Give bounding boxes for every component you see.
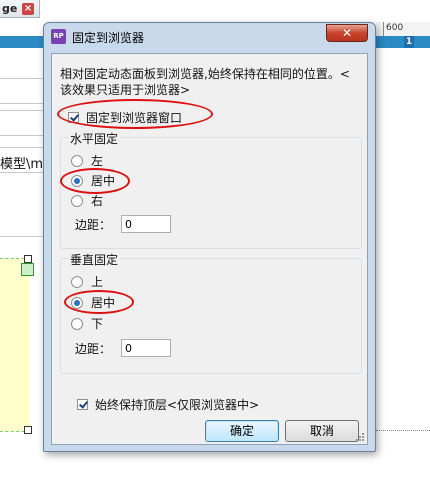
vertical-bottom-label: 下: [91, 317, 104, 331]
horizontal-center-radio[interactable]: [71, 174, 83, 187]
close-icon: ✕: [341, 26, 353, 40]
toolbar-strip-left: [0, 36, 44, 48]
horizontal-margin-row: 边距：: [75, 215, 172, 233]
resize-handle[interactable]: [24, 255, 32, 263]
background-field[interactable]: [0, 78, 44, 104]
horizontal-margin-label: 边距：: [75, 217, 112, 232]
horizontal-pin-group: 水平固定 左 居中 右 边距：: [60, 130, 362, 249]
pin-to-browser-checkbox-row[interactable]: 固定到浏览器窗口: [68, 109, 182, 126]
axure-app-icon: RP: [51, 29, 66, 44]
vertical-pin-legend: 垂直固定: [68, 251, 121, 268]
ok-button[interactable]: 确定: [205, 420, 279, 442]
vertical-center-option[interactable]: 居中: [71, 294, 115, 311]
vertical-margin-label: 边距：: [75, 341, 112, 356]
vertical-top-label: 上: [91, 275, 104, 289]
horizontal-right-label: 右: [91, 194, 104, 208]
toolbar-strip-right: [376, 36, 430, 48]
vertical-center-radio[interactable]: [71, 296, 83, 309]
ruler: 600: [376, 22, 430, 37]
cancel-button[interactable]: 取消: [285, 420, 359, 442]
resize-grip-icon[interactable]: [355, 432, 365, 442]
horizontal-center-label: 居中: [91, 174, 116, 188]
vertical-margin-row: 边距：: [75, 339, 172, 357]
divider: [0, 236, 44, 237]
horizontal-left-label: 左: [91, 154, 104, 168]
dialog-description: 相对固定动态面板到浏览器,始终保持在相同的位置。< 该效果只适用于浏览器>: [60, 67, 350, 97]
resize-handle[interactable]: [24, 426, 32, 434]
horizontal-left-radio[interactable]: [71, 154, 83, 167]
horizontal-right-option[interactable]: 右: [71, 192, 103, 209]
vertical-top-option[interactable]: 上: [71, 273, 103, 290]
dialog-titlebar[interactable]: RP 固定到浏览器 ✕: [44, 23, 375, 51]
background-field[interactable]: [0, 110, 44, 136]
horizontal-center-option[interactable]: 居中: [71, 172, 115, 189]
horizontal-right-radio[interactable]: [71, 194, 83, 207]
keep-on-top-label: 始终保持顶层<仅限浏览器中>: [95, 398, 260, 412]
vertical-top-radio[interactable]: [71, 275, 83, 288]
dialog-body: 相对固定动态面板到浏览器,始终保持在相同的位置。< 该效果只适用于浏览器> 固定…: [51, 53, 368, 445]
guide-line: [376, 430, 430, 432]
tab-close-icon[interactable]: ×: [22, 3, 34, 15]
pin-to-browser-label: 固定到浏览器窗口: [86, 111, 183, 125]
ruler-mark: [383, 22, 384, 36]
page-tab[interactable]: ge 1 ×: [0, 0, 40, 18]
vertical-pin-group: 垂直固定 上 居中 下 边距：: [60, 251, 362, 374]
horizontal-pin-legend: 水平固定: [68, 130, 121, 147]
keep-on-top-checkbox[interactable]: [77, 399, 88, 410]
ruler-label: 600: [386, 23, 404, 33]
dialog-title: 固定到浏览器: [72, 31, 145, 45]
panel-state-icon: [21, 263, 34, 276]
pin-to-browser-checkbox[interactable]: [68, 112, 79, 123]
close-button[interactable]: ✕: [326, 24, 368, 42]
vertical-margin-input[interactable]: [121, 339, 172, 357]
dynamic-panel-widget[interactable]: [0, 258, 30, 432]
pin-to-browser-dialog: RP 固定到浏览器 ✕ 相对固定动态面板到浏览器,始终保持在相同的位置。< 该效…: [43, 22, 376, 452]
vertical-center-label: 居中: [91, 296, 116, 310]
horizontal-margin-input[interactable]: [121, 215, 172, 233]
keep-on-top-checkbox-row[interactable]: 始终保持顶层<仅限浏览器中>: [77, 396, 259, 413]
background-path-field[interactable]: 模型\me: [0, 147, 44, 173]
vertical-bottom-option[interactable]: 下: [71, 315, 103, 332]
horizontal-left-option[interactable]: 左: [71, 152, 103, 169]
vertical-bottom-radio[interactable]: [71, 317, 83, 330]
page-number-badge: 1: [404, 36, 414, 48]
